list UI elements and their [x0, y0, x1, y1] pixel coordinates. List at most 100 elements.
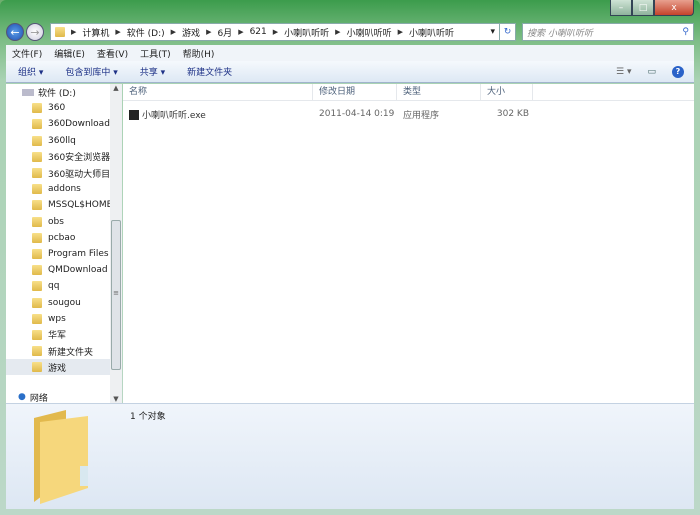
tree-item-folder[interactable]: 360Downloads [6, 116, 110, 132]
tree-item-folder[interactable]: addons [6, 181, 110, 197]
tree-item-folder[interactable]: 360驱动大师目录 [6, 165, 110, 181]
menu-view[interactable]: 查看(V) [97, 47, 128, 60]
file-row[interactable]: 小喇叭听听.exe 2011-04-14 0:19 应用程序 302 KB [123, 105, 694, 123]
file-type: 应用程序 [403, 110, 440, 121]
column-size[interactable]: 大小 [481, 84, 533, 100]
crumb[interactable]: 小喇叭听听 [409, 26, 454, 39]
tree-label: 360llq [48, 135, 76, 146]
menu-help[interactable]: 帮助(H) [183, 47, 215, 60]
crumb[interactable]: 游戏 [182, 26, 200, 39]
include-in-library-button[interactable]: 包含到库中 ▾ [65, 65, 117, 78]
tree-label: QMDownload [48, 265, 108, 276]
chevron-down-icon[interactable]: ▾ [490, 27, 495, 37]
help-icon[interactable]: ? [672, 65, 684, 78]
column-date[interactable]: 修改日期 [313, 84, 397, 100]
tree-item-folder[interactable]: sougou [6, 294, 110, 310]
forward-button[interactable]: → [26, 23, 44, 41]
chevron-right-icon[interactable]: ▶ [273, 28, 278, 36]
chevron-right-icon[interactable]: ▶ [335, 28, 340, 36]
chevron-right-icon[interactable]: ▶ [238, 28, 243, 36]
folder-icon [55, 27, 65, 37]
column-headers: 名称 修改日期 类型 大小 [123, 84, 694, 101]
tree-item-folder[interactable]: wps [6, 311, 110, 327]
scroll-down-icon[interactable]: ▼ [110, 395, 122, 403]
folder-icon [32, 313, 42, 324]
tree-label: 网络 [29, 393, 48, 403]
column-type[interactable]: 类型 [397, 84, 481, 100]
tree-item-folder[interactable]: 360 [6, 100, 110, 116]
organize-button[interactable]: 组织 ▾ [18, 65, 43, 78]
tree-label: obs [48, 216, 64, 227]
tree-label: 360Downloads [48, 119, 110, 130]
chevron-right-icon: ▶ [71, 28, 77, 36]
tree-item-folder[interactable]: Program Files ( [6, 246, 110, 262]
tree-item-folder[interactable]: MSSQL$HOME [6, 197, 110, 213]
crumb[interactable]: 小喇叭听听 [347, 26, 392, 39]
tree-label: 软件 (D:) [38, 88, 76, 99]
scrollbar-thumb[interactable]: ≡ [111, 220, 121, 370]
tree-item-drive[interactable]: 软件 (D:) [6, 84, 110, 100]
crumb[interactable]: 小喇叭听听 [284, 26, 329, 39]
view-options-icon[interactable]: ☰ ▾ [616, 67, 631, 77]
tree-item-folder[interactable]: pcbao [6, 230, 110, 246]
nav-scrollbar[interactable]: ▲ ≡ ▼ [110, 84, 122, 403]
folder-icon [32, 216, 42, 227]
menu-file[interactable]: 文件(F) [12, 47, 42, 60]
tree-item-network[interactable]: ● 网络 [6, 389, 110, 403]
new-folder-button[interactable]: 新建文件夹 [187, 65, 232, 78]
tree-item-folder[interactable]: 新建文件夹 [6, 343, 110, 359]
menu-tools[interactable]: 工具(T) [140, 47, 171, 60]
maximize-button[interactable]: □ [632, 0, 654, 16]
tree-label: 360 [48, 103, 66, 114]
scroll-up-icon[interactable]: ▲ [110, 84, 122, 92]
tree-item-folder[interactable]: 华军 [6, 327, 110, 343]
folder-icon [32, 297, 42, 308]
file-name: 小喇叭听听.exe [123, 108, 313, 121]
chevron-right-icon[interactable]: ▶ [171, 28, 176, 36]
preview-pane-icon[interactable]: ▭ [647, 67, 656, 77]
crumb[interactable]: 621 [250, 27, 267, 37]
tree-label: pcbao [48, 232, 76, 243]
file-name-text: 小喇叭听听.exe [142, 110, 206, 121]
chevron-right-icon[interactable]: ▶ [115, 28, 120, 36]
details-pane: 1 个对象 [6, 403, 694, 509]
folder-icon [32, 265, 42, 276]
folder-icon [32, 135, 42, 146]
file-size: 302 KB [496, 109, 529, 119]
folder-icon [32, 346, 42, 357]
window-controls: – □ x [610, 0, 694, 16]
tree-item-folder[interactable]: 游戏 [6, 359, 110, 376]
drive-icon [22, 88, 34, 96]
search-input[interactable]: 搜索 小喇叭听听 ⚲ [522, 23, 694, 41]
tree-item-folder[interactable]: 360安全浏览器下 [6, 149, 110, 165]
back-button[interactable]: ← [6, 23, 24, 41]
share-button[interactable]: 共享 ▾ [140, 65, 165, 78]
folder-icon [32, 232, 42, 243]
close-button[interactable]: x [654, 0, 694, 16]
tree-item-folder[interactable]: qq [6, 278, 110, 294]
crumb[interactable]: 计算机 [82, 26, 109, 39]
folder-icon [32, 281, 42, 292]
file-date: 2011-04-14 0:19 [319, 109, 395, 119]
command-bar: 组织 ▾ 包含到库中 ▾ 共享 ▾ 新建文件夹 ☰ ▾ ▭ ? [6, 61, 694, 83]
network-icon: ● [18, 392, 26, 403]
menu-edit[interactable]: 编辑(E) [54, 47, 85, 60]
crumb[interactable]: 6月 [217, 26, 232, 39]
tree-label: qq [48, 281, 60, 292]
tree-item-folder[interactable]: QMDownload [6, 262, 110, 278]
tree-item-folder[interactable]: obs [6, 214, 110, 230]
file-list: 名称 修改日期 类型 大小 小喇叭听听.exe 2011-04-14 0:19 … [123, 84, 694, 403]
column-name[interactable]: 名称 [123, 84, 313, 100]
status-text: 1 个对象 [130, 412, 166, 422]
tree-item-folder[interactable]: 360llq [6, 133, 110, 149]
folder-icon [32, 248, 42, 259]
folder-icon [32, 119, 42, 130]
chevron-right-icon[interactable]: ▶ [206, 28, 211, 36]
folder-icon [32, 329, 42, 340]
refresh-button[interactable]: ↻ [500, 23, 516, 41]
breadcrumb[interactable]: ▶ 计算机 ▶ 软件 (D:) ▶ 游戏 ▶ 6月 ▶ 621 ▶ 小喇叭听听 ▶ 小喇叭听… [50, 23, 500, 41]
minimize-button[interactable]: – [610, 0, 632, 16]
crumb[interactable]: 软件 (D:) [127, 26, 165, 39]
folder-icon [32, 184, 42, 195]
chevron-right-icon[interactable]: ▶ [398, 28, 403, 36]
